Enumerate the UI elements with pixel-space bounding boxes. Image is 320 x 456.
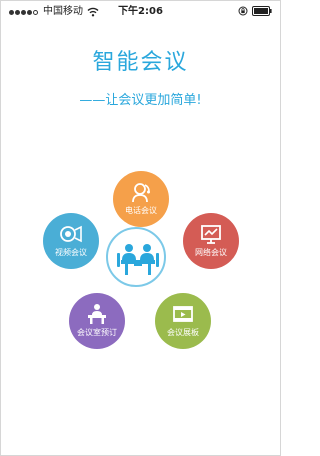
meeting-room-icon [88,304,106,324]
status-right [238,6,272,16]
video-meeting-label: 视频会议 [55,248,87,257]
presentation-screen-icon [201,225,221,244]
rotation-lock-icon [238,6,248,16]
phone-meeting-button[interactable]: 电话会议 [113,171,169,227]
app-screen: 中国移动 下午2:06 智能会议 ——让会议更加简单! 电话会议 视频会议 网络… [0,0,281,456]
app-tagline: ——让会议更加简单! [79,93,202,108]
conference-hub [106,227,166,287]
phone-meeting-label: 电话会议 [125,206,157,215]
battery-icon [252,6,272,16]
app-title: 智能会议 [92,50,189,75]
film-play-icon [173,306,193,322]
conference-table-icon [117,244,159,275]
meeting-room-booking-label: 会议室预订 [77,328,117,337]
video-camera-icon [60,225,82,243]
network-meeting-label: 网络会议 [195,248,227,257]
status-bar: 中国移动 下午2:06 [1,1,280,23]
network-meeting-button[interactable]: 网络会议 [183,213,239,269]
phone-headset-icon [132,183,150,203]
video-meeting-button[interactable]: 视频会议 [43,213,99,269]
meeting-board-label: 会议展板 [167,328,199,337]
meeting-room-booking-button[interactable]: 会议室预订 [69,293,125,349]
meeting-board-button[interactable]: 会议展板 [155,293,211,349]
